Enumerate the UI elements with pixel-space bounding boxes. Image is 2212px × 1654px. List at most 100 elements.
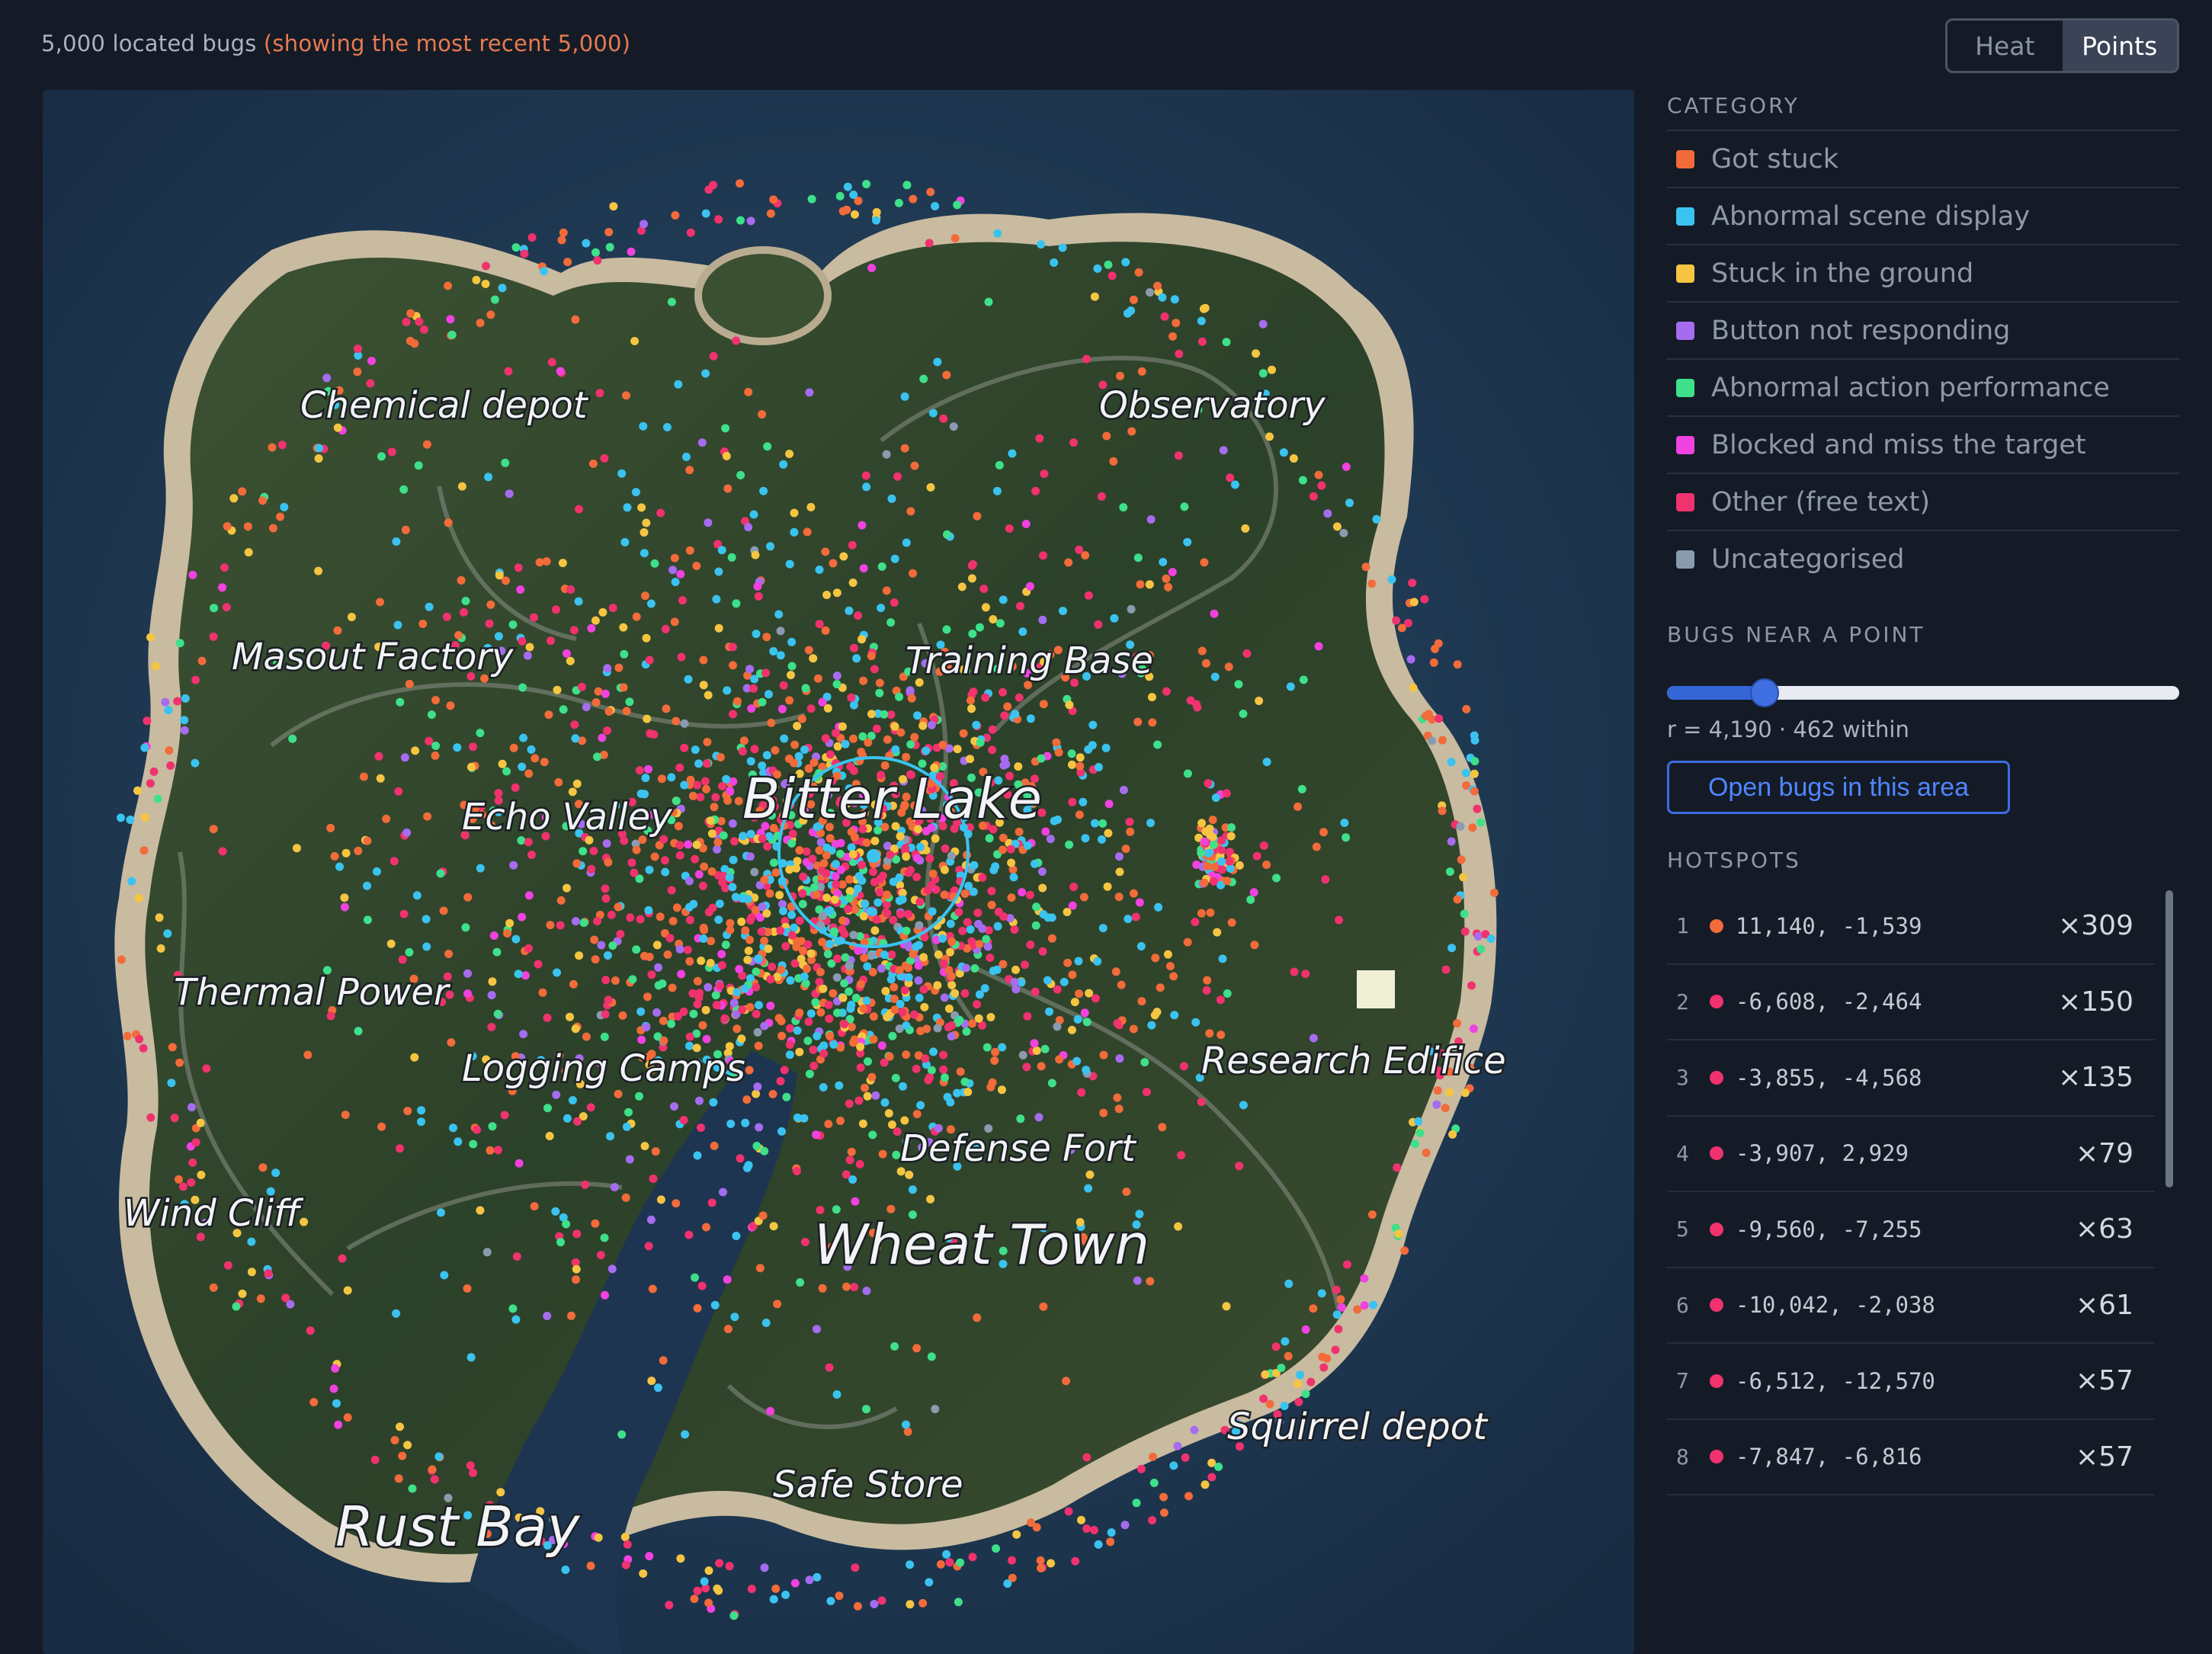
bug-point [652,1008,662,1017]
bug-point [133,786,142,795]
bug-point [398,955,407,964]
bug-point [769,195,778,204]
bug-point [601,884,610,893]
category-legend: Got stuck Abnormal scene display Stuck i… [1667,130,2179,587]
bug-point [841,953,850,962]
bug-point [891,1073,900,1082]
category-item-blocked-and-miss-the-target[interactable]: Blocked and miss the target [1667,415,2179,473]
category-item-abnormal-action-performance[interactable]: Abnormal action performance [1667,358,2179,415]
bug-point [502,767,511,776]
points-view-button[interactable]: Points [2062,21,2177,71]
slider-thumb[interactable] [1749,678,1779,707]
bug-point [1046,835,1055,844]
bug-point [1075,810,1084,819]
bug-point [1173,1441,1182,1450]
bug-point [591,248,600,257]
bug-point [973,909,983,918]
bug-point [713,838,723,847]
hotspot-row[interactable]: 1 11,140, -1,539 ×309 [1667,889,2155,965]
bug-point [1113,1093,1122,1102]
hotspot-row[interactable]: 2 -6,608, -2,464 ×150 [1667,965,2155,1040]
bug-point [752,1009,761,1018]
bug-point [540,758,549,767]
category-item-button-not-responding[interactable]: Button not responding [1667,301,2179,358]
hotspot-row[interactable]: 6 -10,042, -2,038 ×61 [1667,1268,2155,1344]
bug-point [714,567,723,576]
bug-point [714,1586,723,1595]
hotspot-row[interactable]: 4 -3,907, 2,929 ×79 [1667,1117,2155,1192]
bug-point [989,866,999,874]
bug-point [1101,743,1111,752]
hotspot-count: ×57 [2076,1365,2133,1397]
bug-point [726,925,735,934]
bug-point [461,597,470,605]
bug-point [1183,769,1192,778]
bug-point [527,233,537,242]
hotspot-row[interactable]: 3 -3,855, -4,568 ×135 [1667,1040,2155,1117]
hotspot-row[interactable]: 7 -6,512, -12,570 ×57 [1667,1344,2155,1420]
bug-point [721,941,730,949]
bug-point [1149,1479,1159,1487]
category-item-other-free-text[interactable]: Other (free text) [1667,473,2179,530]
bug-point [659,1016,668,1025]
bug-point [1136,580,1145,589]
hotspot-list-scrollbar[interactable] [2166,890,2173,1188]
hotspot-row[interactable]: 8 -7,847, -6,816 ×57 [1667,1420,2155,1495]
bug-point [354,846,363,855]
bug-point [855,1159,864,1168]
bug-point [1018,888,1027,897]
bug-point [363,915,372,925]
radius-slider[interactable] [1667,669,2179,715]
bug-point [531,754,540,763]
bug-point [1462,704,1471,713]
hotspot-row[interactable]: 5 -9,560, -7,255 ×63 [1667,1192,2155,1268]
bug-point [1241,524,1250,533]
category-item-abnormal-scene-display[interactable]: Abnormal scene display [1667,187,2179,244]
bug-point [1164,582,1173,591]
bug-point [264,1269,273,1278]
bug-point [1038,947,1047,956]
bug-point [247,1268,256,1277]
category-item-stuck-in-the-ground[interactable]: Stuck in the ground [1667,244,2179,301]
bug-point [739,736,749,745]
bug-point [482,261,490,271]
bug-point [902,181,912,190]
category-item-got-stuck[interactable]: Got stuck [1667,130,2179,187]
heat-view-button[interactable]: Heat [1948,21,2063,71]
category-item-uncategorised[interactable]: Uncategorised [1667,530,2179,587]
bug-point [752,630,761,639]
bug-point [1146,819,1155,828]
bug-point [553,685,562,694]
bug-point [760,1021,769,1031]
bug-point [1076,761,1085,771]
bug-point [968,559,977,569]
bug-point [1003,1579,1012,1588]
bug-point [951,989,960,998]
bug-point [605,242,614,252]
bug-point [904,973,913,982]
bug-map[interactable]: Chemical depot Observatory Masout Factor… [43,90,1634,1654]
bug-point [247,1237,256,1246]
bug-point [890,598,899,607]
bug-point [1032,1523,1041,1532]
open-bugs-in-area-button[interactable]: Open bugs in this area [1667,761,2010,814]
bug-point [909,1010,918,1019]
bug-point [1016,1114,1025,1124]
bug-point [1314,470,1323,479]
bug-point [658,979,667,988]
bug-point [847,693,856,702]
bug-point [1054,748,1063,757]
map-canvas[interactable]: Chemical depot Observatory Masout Factor… [43,90,1634,1654]
bug-point [922,746,931,755]
bug-point [552,1090,561,1099]
bug-point [1081,834,1090,843]
bug-point [604,857,613,867]
bug-point [1202,986,1211,995]
bug-point [649,1174,658,1183]
bug-point [684,675,693,684]
hotspot-count: ×150 [2058,986,2133,1018]
bug-point [632,845,641,854]
bug-point [1152,1008,1162,1017]
bug-point [314,566,323,575]
bug-point [662,704,671,713]
